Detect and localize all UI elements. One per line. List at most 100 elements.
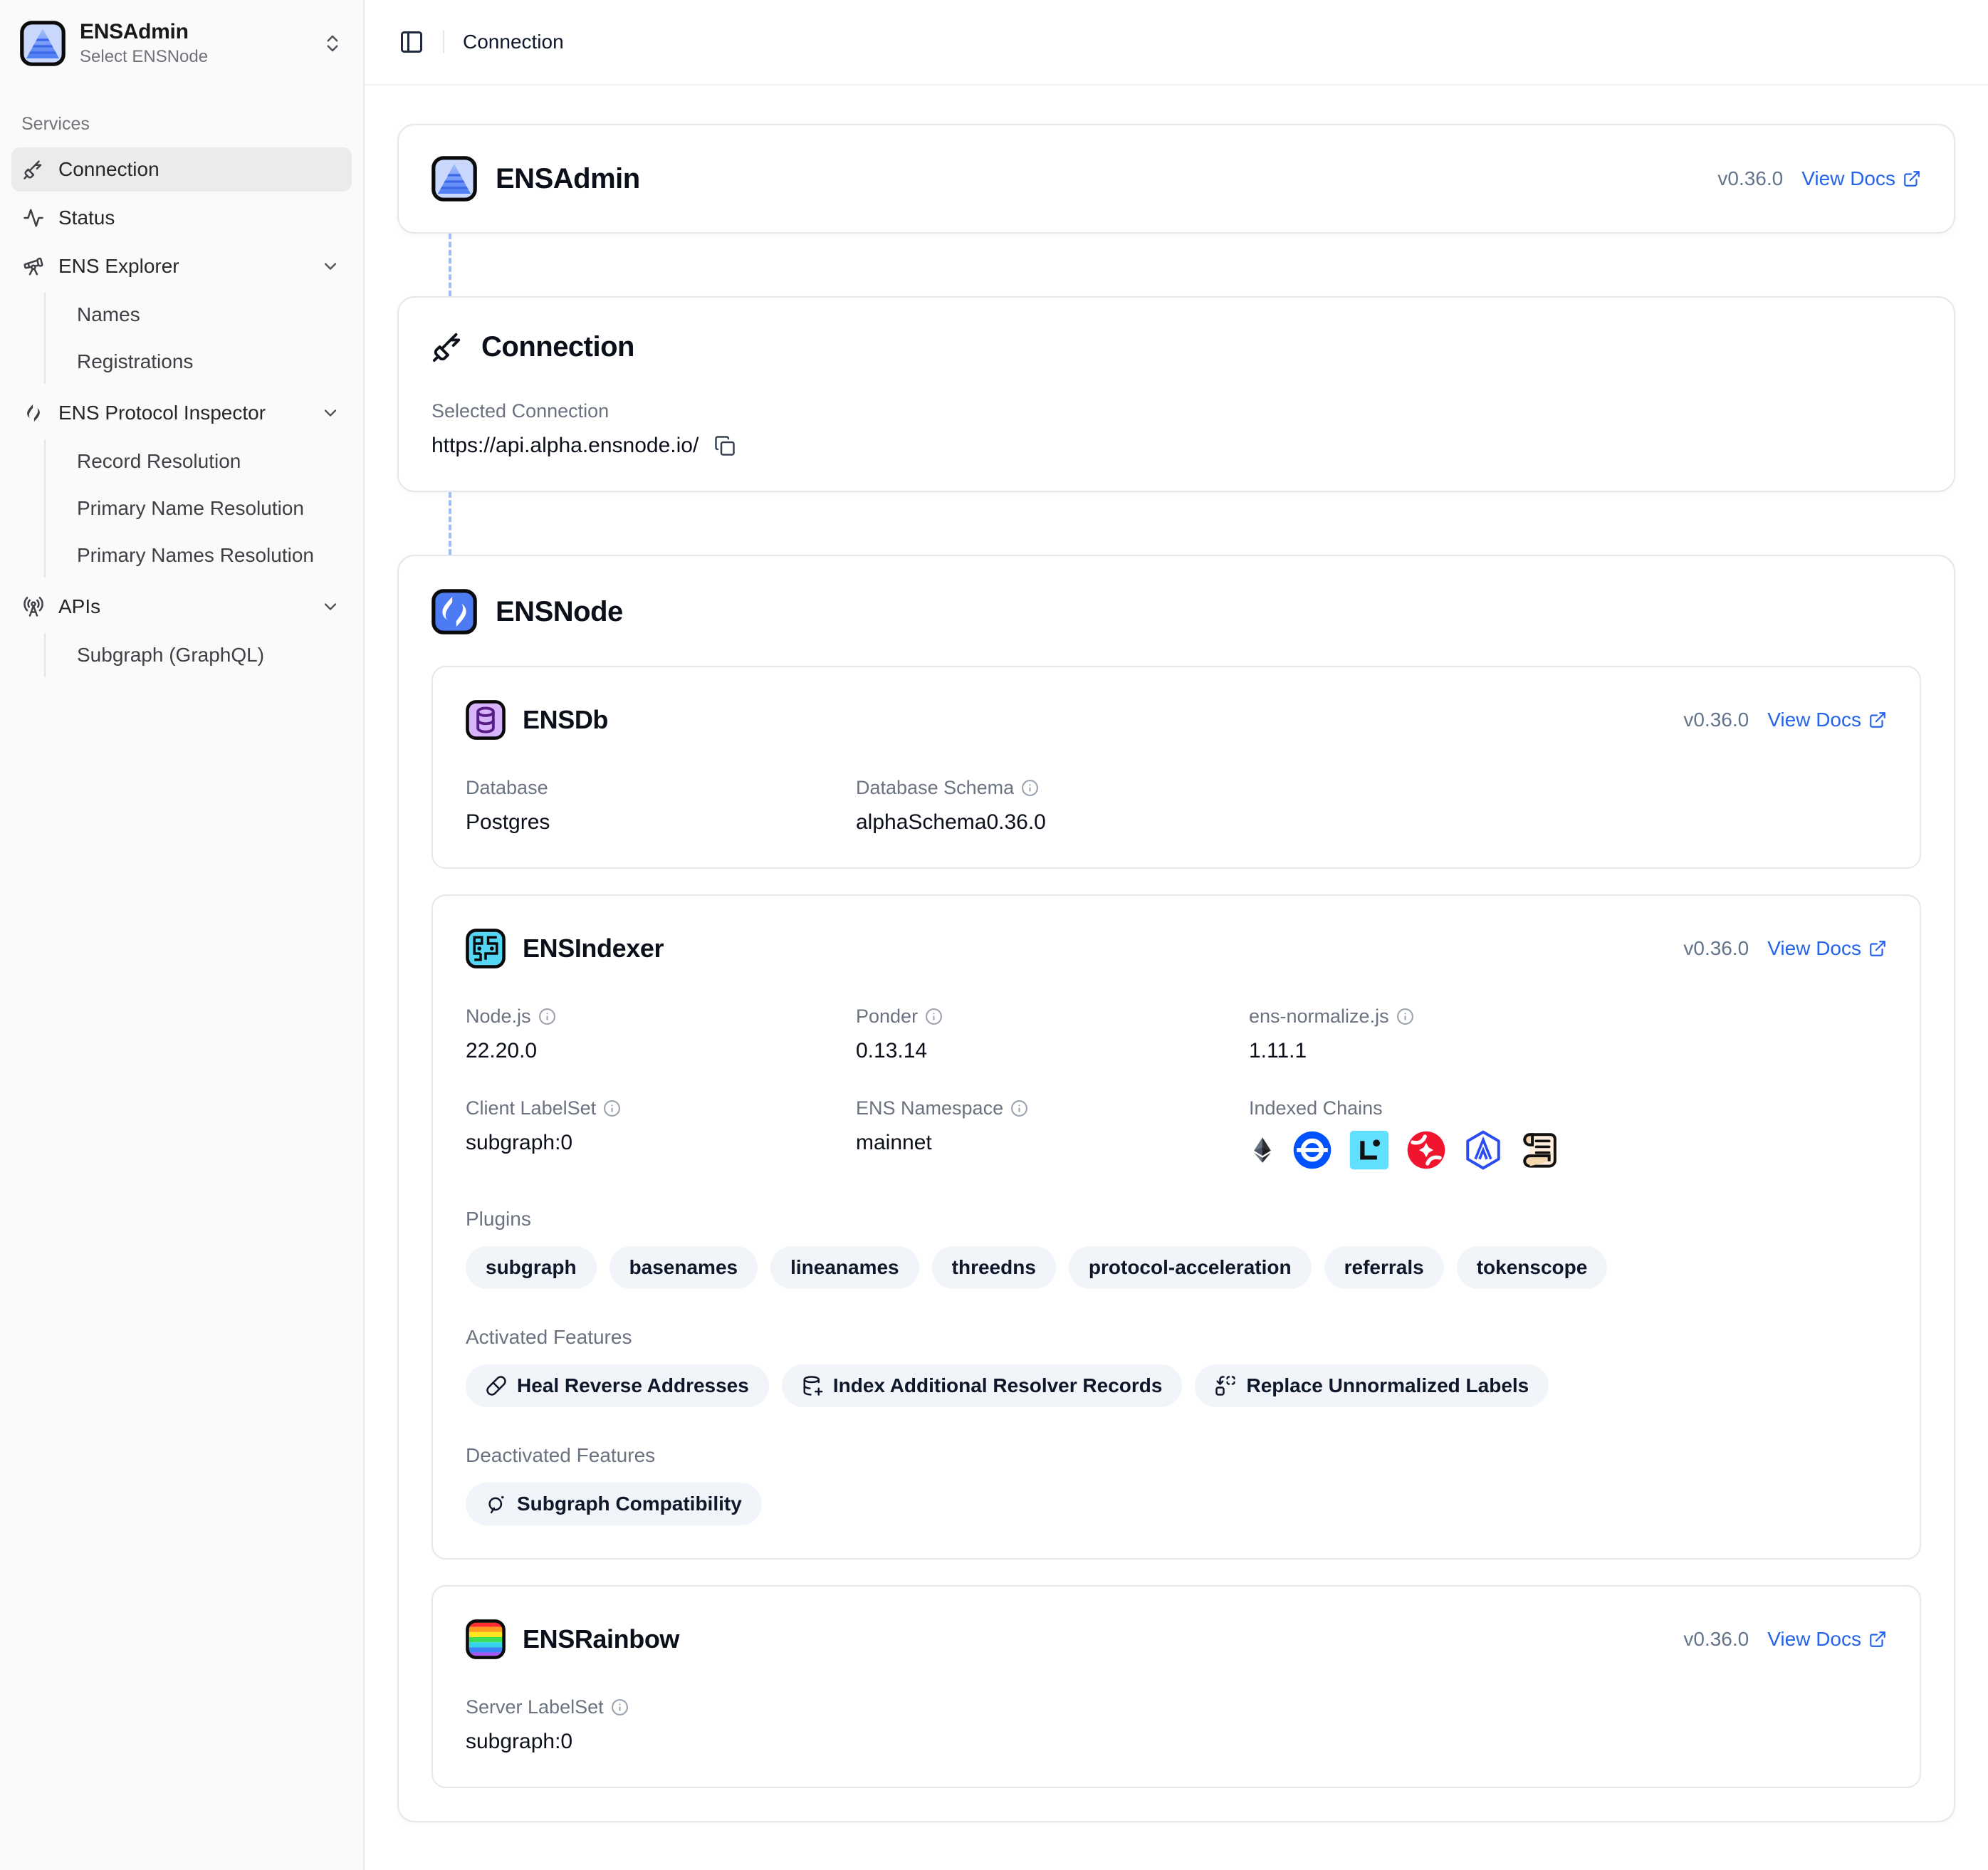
plugin-badge: threedns	[932, 1246, 1056, 1289]
graph-icon	[486, 1493, 507, 1515]
panel-left-icon[interactable]	[399, 29, 424, 55]
sidebar-item-names[interactable]: Names	[68, 293, 352, 337]
optimism-icon[interactable]	[1406, 1129, 1447, 1171]
view-docs-label: View Docs	[1767, 709, 1861, 731]
ensrainbow-logo-icon	[466, 1619, 506, 1659]
replace-icon	[1215, 1375, 1236, 1396]
sidebar-item-status[interactable]: Status	[11, 196, 352, 240]
breadcrumb: Connection	[463, 31, 564, 53]
ensnode-selector[interactable]: ENSAdmin Select ENSNode	[11, 10, 352, 77]
chevron-down-icon	[320, 597, 340, 617]
sidebar-item-primary-names-resolution[interactable]: Primary Names Resolution	[68, 533, 352, 578]
main-area: Connection ENSAdmin v0.36.0 View Docs	[365, 0, 1988, 1870]
external-link-icon	[1868, 1630, 1887, 1649]
database-plus-icon	[802, 1375, 823, 1396]
selected-connection-label: Selected Connection	[431, 400, 1921, 422]
sidebar-item-label: Connection	[58, 158, 340, 181]
sidebar-item-label: Status	[58, 207, 340, 229]
app-title: ENSAdmin	[80, 20, 308, 44]
deactivated-features-label: Deactivated Features	[466, 1444, 1887, 1467]
ensdb-card: ENSDb v0.36.0 View Docs Database	[431, 666, 1921, 869]
field-nodejs: Node.js 22.20.0	[466, 1005, 856, 1063]
linea-icon[interactable]	[1349, 1129, 1390, 1171]
scroll-icon[interactable]	[1519, 1129, 1561, 1171]
info-icon[interactable]	[603, 1099, 621, 1117]
sidebar-section-label: Services	[21, 114, 352, 135]
sidebar-item-connection[interactable]: Connection	[11, 147, 352, 192]
view-docs-link[interactable]: View Docs	[1767, 1628, 1887, 1651]
field-ponder: Ponder 0.13.14	[856, 1005, 1249, 1063]
view-docs-label: View Docs	[1801, 167, 1895, 190]
activated-features-list: Heal Reverse Addresses Index Additional …	[466, 1364, 1887, 1407]
ensadmin-logo-icon	[431, 156, 477, 202]
view-docs-label: View Docs	[1767, 1628, 1861, 1651]
plugin-badge: referrals	[1324, 1246, 1444, 1289]
field-indexed-chains: Indexed Chains	[1249, 1097, 1887, 1171]
info-icon[interactable]	[538, 1008, 556, 1025]
copy-icon[interactable]	[714, 435, 736, 456]
ens-explorer-submenu: Names Registrations	[44, 293, 352, 384]
field-database-schema: Database Schema alphaSchema0.36.0	[856, 777, 1887, 835]
deactivated-features-list: Subgraph Compatibility	[466, 1483, 1887, 1525]
ens-mark-icon	[23, 402, 44, 424]
dashed-connector	[449, 234, 451, 296]
external-link-icon	[1868, 711, 1887, 729]
plugin-badge: protocol-acceleration	[1069, 1246, 1312, 1289]
feature-badge: Subgraph Compatibility	[466, 1483, 762, 1525]
telescope-icon	[23, 256, 44, 277]
ensindexer-card: ENSIndexer v0.36.0 View Docs Node.	[431, 894, 1921, 1560]
apis-submenu: Subgraph (GraphQL)	[44, 633, 352, 677]
view-docs-label: View Docs	[1767, 937, 1861, 960]
feature-badge: Index Additional Resolver Records	[782, 1364, 1183, 1407]
version-label: v0.36.0	[1683, 1628, 1749, 1651]
sidebar-item-label: APIs	[58, 595, 306, 618]
ensnode-logo-icon	[431, 589, 477, 634]
external-link-icon	[1868, 939, 1887, 958]
view-docs-link[interactable]: View Docs	[1767, 709, 1887, 731]
info-icon[interactable]	[1010, 1099, 1028, 1117]
activated-features-label: Activated Features	[466, 1326, 1887, 1349]
sidebar-item-primary-name-resolution[interactable]: Primary Name Resolution	[68, 486, 352, 531]
field-client-labelset: Client LabelSet subgraph:0	[466, 1097, 856, 1171]
view-docs-link[interactable]: View Docs	[1801, 167, 1921, 190]
info-icon[interactable]	[1396, 1008, 1414, 1025]
sidebar-item-subgraph-graphql[interactable]: Subgraph (GraphQL)	[68, 633, 352, 677]
field-database: Database Postgres	[466, 777, 856, 835]
plugins-list: subgraph basenames lineanames threedns p…	[466, 1246, 1887, 1289]
card-title: ENSIndexer	[523, 934, 664, 963]
connection-url: https://api.alpha.ensnode.io/	[431, 434, 699, 458]
version-label: v0.36.0	[1683, 709, 1749, 731]
card-title: ENSDb	[523, 705, 608, 735]
connection-card: Connection Selected Connection https://a…	[397, 296, 1955, 492]
plugin-badge: basenames	[610, 1246, 758, 1289]
sidebar-item-ens-explorer[interactable]: ENS Explorer	[11, 244, 352, 288]
chevrons-up-down-icon[interactable]	[322, 33, 343, 54]
view-docs-link[interactable]: View Docs	[1767, 937, 1887, 960]
feature-badge: Heal Reverse Addresses	[466, 1364, 769, 1407]
info-icon[interactable]	[925, 1008, 943, 1025]
sidebar-item-apis[interactable]: APIs	[11, 585, 352, 629]
ethereum-icon[interactable]	[1249, 1129, 1276, 1171]
sidebar-item-ens-protocol-inspector[interactable]: ENS Protocol Inspector	[11, 391, 352, 435]
arbitrum-icon[interactable]	[1463, 1129, 1504, 1171]
info-icon[interactable]	[611, 1698, 629, 1716]
field-ens-normalize: ens-normalize.js 1.11.1	[1249, 1005, 1887, 1063]
info-icon[interactable]	[1021, 779, 1039, 797]
ensrainbow-card: ENSRainbow v0.36.0 View Docs Server	[431, 1585, 1921, 1788]
ensnode-card: ENSNode ENSDb	[397, 555, 1955, 1822]
version-label: v0.36.0	[1717, 167, 1783, 190]
plug-zap-icon	[23, 159, 44, 180]
sidebar-item-label: ENS Explorer	[58, 255, 306, 278]
plugin-badge: subgraph	[466, 1246, 597, 1289]
dashed-connector	[449, 492, 451, 555]
sidebar-item-record-resolution[interactable]: Record Resolution	[68, 439, 352, 484]
external-link-icon	[1903, 169, 1921, 188]
chevron-down-icon	[320, 256, 340, 276]
sidebar: ENSAdmin Select ENSNode Services Connect…	[0, 0, 365, 1870]
base-icon[interactable]	[1292, 1129, 1333, 1171]
chevron-down-icon	[320, 403, 340, 423]
sidebar-item-registrations[interactable]: Registrations	[68, 340, 352, 384]
plugin-badge: tokenscope	[1457, 1246, 1608, 1289]
app-subtitle: Select ENSNode	[80, 47, 308, 67]
field-ens-namespace: ENS Namespace mainnet	[856, 1097, 1249, 1171]
